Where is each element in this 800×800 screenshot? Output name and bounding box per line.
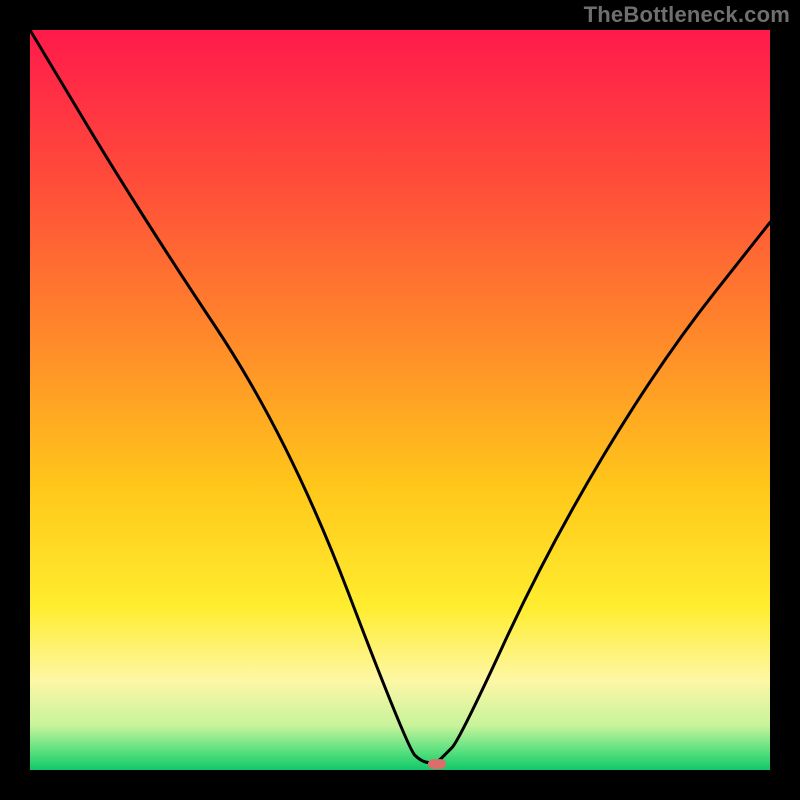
chart-frame: { "watermark": "TheBottleneck.com", "cha… [0,0,800,800]
optimal-point-marker [428,759,446,769]
gradient-background [30,30,770,770]
bottleneck-chart [0,0,800,800]
watermark-text: TheBottleneck.com [584,2,790,28]
